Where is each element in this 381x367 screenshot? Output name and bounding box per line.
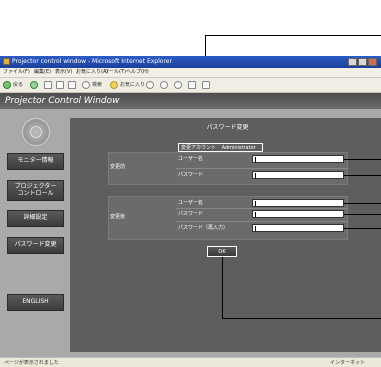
back-icon[interactable] bbox=[3, 81, 11, 89]
sidebar-item-monitor-info[interactable]: モニター情報 bbox=[7, 153, 64, 170]
forward-icon[interactable] bbox=[30, 81, 38, 89]
before-username-input[interactable] bbox=[252, 155, 344, 163]
menu-edit[interactable]: 編集(E) bbox=[34, 70, 51, 75]
menu-tools[interactable]: ツール(T) bbox=[104, 70, 126, 75]
status-bar: ページが表示されました インターネット bbox=[0, 357, 381, 367]
before-password-label: パスワード bbox=[178, 172, 204, 178]
sidebar-item-label: 詳細設定 bbox=[23, 214, 48, 222]
before-section-label: 変更前 bbox=[110, 164, 126, 170]
callout-line bbox=[344, 228, 381, 229]
sidebar-item-advanced-settings[interactable]: 詳細設定 bbox=[7, 210, 64, 227]
divider bbox=[176, 168, 348, 169]
favorites-icon[interactable] bbox=[110, 81, 118, 89]
sidebar-item-label: パスワード変更 bbox=[14, 241, 57, 249]
sidebar-item-label: モニター情報 bbox=[17, 157, 54, 165]
menu-bar: ファイル(F) 編集(E) 表示(V) お気に入り(A) ツール(T) ヘルプ(… bbox=[0, 68, 381, 78]
media-icon[interactable] bbox=[146, 81, 154, 89]
back-label[interactable]: 戻る bbox=[13, 83, 23, 88]
status-zone: インターネット bbox=[330, 360, 366, 366]
before-username-label: ユーザー名 bbox=[178, 156, 203, 162]
sidebar-item-projector-control[interactable]: プロジェクター コントロール bbox=[7, 180, 64, 201]
sidebar-item-label: プロジェクター コントロール bbox=[14, 182, 57, 197]
divider bbox=[176, 208, 348, 209]
close-button[interactable] bbox=[368, 58, 377, 66]
sidebar-item-english[interactable]: ENGLISH bbox=[7, 294, 64, 311]
ok-label: OK bbox=[218, 248, 226, 255]
window-titlebar: Projector control window - Microsoft Int… bbox=[0, 56, 381, 68]
search-icon[interactable] bbox=[82, 81, 90, 89]
mail-icon[interactable] bbox=[174, 81, 182, 89]
callout-line bbox=[222, 318, 381, 319]
menu-file[interactable]: ファイル(F) bbox=[3, 70, 30, 75]
after-username-input[interactable] bbox=[252, 199, 344, 207]
maximize-button[interactable] bbox=[358, 58, 367, 66]
edit-icon[interactable] bbox=[202, 81, 210, 89]
menu-help[interactable]: ヘルプ(H) bbox=[126, 70, 149, 75]
logo-inner-ring bbox=[30, 126, 42, 138]
callout-line bbox=[344, 203, 381, 204]
window-controls bbox=[348, 58, 378, 66]
home-icon[interactable] bbox=[68, 81, 76, 89]
callout-line bbox=[344, 159, 381, 160]
menu-view[interactable]: 表示(V) bbox=[55, 70, 72, 75]
divider bbox=[176, 221, 348, 222]
after-password-confirm-input[interactable] bbox=[252, 224, 344, 232]
history-icon[interactable] bbox=[160, 81, 168, 89]
sidebar bbox=[0, 109, 70, 357]
callout-line bbox=[344, 214, 381, 215]
after-username-label: ユーザー名 bbox=[178, 200, 203, 206]
ok-button[interactable]: OK bbox=[207, 246, 237, 257]
after-password-input[interactable] bbox=[252, 210, 344, 218]
account-label: 変更アカウント bbox=[181, 145, 217, 151]
callout-line bbox=[344, 175, 381, 176]
app-header: Projector Control Window bbox=[0, 93, 381, 109]
callout-line bbox=[205, 35, 381, 36]
page-title: パスワード変更 bbox=[206, 124, 249, 131]
sidebar-item-label: ENGLISH bbox=[22, 298, 49, 306]
account-value: Administrator bbox=[221, 145, 256, 151]
status-text: ページが表示されました bbox=[4, 360, 59, 366]
after-section-label: 変更後 bbox=[110, 214, 126, 220]
browser-toolbar: 戻る 検索 お気に入り bbox=[0, 78, 381, 93]
callout-line bbox=[222, 257, 223, 318]
account-indicator: 変更アカウント Administrator bbox=[178, 143, 263, 152]
window-title: Projector control window - Microsoft Int… bbox=[12, 58, 172, 65]
app-title: Projector Control Window bbox=[5, 96, 120, 106]
sidebar-item-change-password[interactable]: パスワード変更 bbox=[7, 237, 64, 254]
stop-icon[interactable] bbox=[44, 81, 52, 89]
ie-icon bbox=[3, 58, 10, 65]
refresh-icon[interactable] bbox=[56, 81, 64, 89]
after-password-confirm-label: パスワード（再入力） bbox=[178, 225, 229, 231]
after-password-label: パスワード bbox=[178, 211, 204, 217]
before-password-input[interactable] bbox=[252, 171, 344, 179]
minimize-button[interactable] bbox=[348, 58, 357, 66]
print-icon[interactable] bbox=[188, 81, 196, 89]
favorites-label[interactable]: お気に入り bbox=[120, 83, 145, 88]
search-label[interactable]: 検索 bbox=[92, 83, 102, 88]
